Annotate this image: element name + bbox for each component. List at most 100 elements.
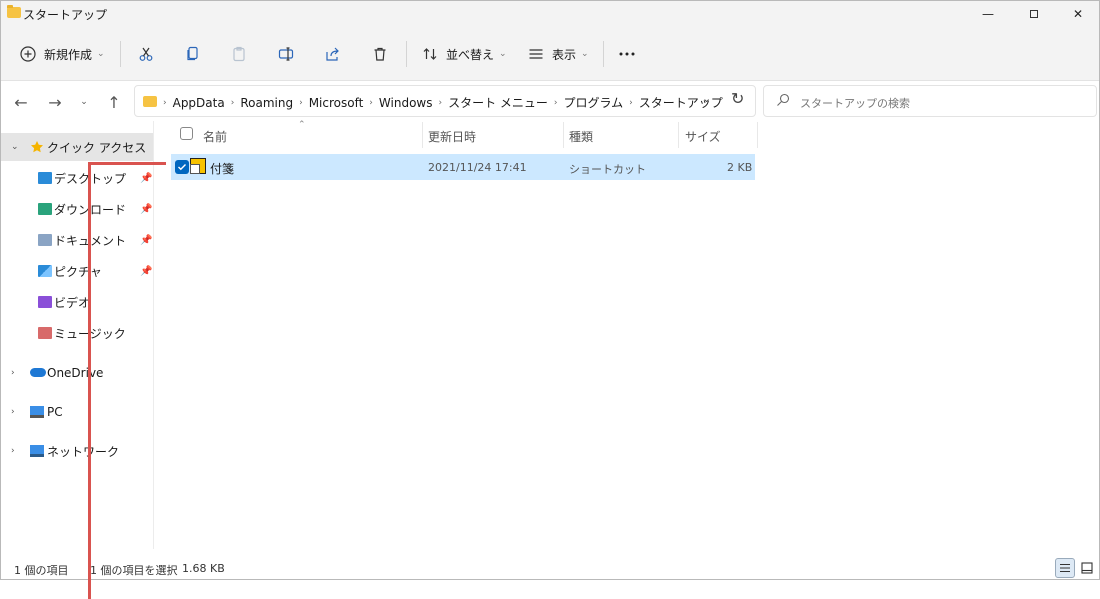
- nav-item-music[interactable]: ミュージック: [1, 319, 153, 347]
- column-divider[interactable]: [422, 122, 423, 148]
- navigation-pane: ⌄ クイック アクセス デスクトップ 📌 ダウンロード 📌 ドキュメント 📌 ピ…: [1, 121, 154, 549]
- divider: [406, 41, 407, 67]
- details-view-button[interactable]: [1055, 558, 1075, 578]
- nav-item-pictures[interactable]: ピクチャ 📌: [1, 257, 153, 285]
- delete-button[interactable]: [371, 40, 389, 68]
- column-header-date[interactable]: 更新日時: [428, 128, 476, 154]
- close-button[interactable]: ✕: [1055, 1, 1100, 27]
- status-selected: 1 個の項目を選択: [90, 564, 178, 577]
- divider: [603, 41, 604, 67]
- column-divider[interactable]: [563, 122, 564, 148]
- tiles-view-icon: [1081, 562, 1093, 574]
- video-icon: [38, 296, 52, 308]
- list-view-icon: [527, 45, 545, 63]
- rename-button[interactable]: [277, 40, 295, 68]
- maximize-button[interactable]: [1011, 1, 1057, 27]
- nav-item-videos[interactable]: ビデオ: [1, 288, 153, 316]
- chevron-right-icon: ›: [369, 97, 373, 108]
- sort-button[interactable]: 並べ替え ⌄: [421, 40, 507, 68]
- nav-item-network[interactable]: › ネットワーク: [1, 437, 153, 465]
- breadcrumb-item[interactable]: プログラム: [564, 94, 624, 111]
- forward-button[interactable]: →: [44, 91, 66, 113]
- cut-button[interactable]: [137, 40, 155, 68]
- sort-label: 並べ替え: [446, 47, 495, 62]
- copy-icon: [184, 45, 202, 63]
- title-bar: スタートアップ — ✕: [1, 1, 1099, 27]
- address-bar[interactable]: › AppData › Roaming › Microsoft › Window…: [134, 85, 756, 117]
- file-name: 付箋: [210, 162, 235, 176]
- rename-icon: [277, 45, 295, 63]
- sticky-notes-shortcut-icon: [190, 158, 206, 174]
- nav-label: OneDrive: [47, 366, 104, 380]
- status-bar: 1 個の項目 1 個の項目を選択 1.68 KB: [1, 557, 1099, 581]
- nav-item-desktop[interactable]: デスクトップ 📌: [1, 164, 153, 192]
- scissors-icon: [137, 45, 155, 63]
- nav-item-downloads[interactable]: ダウンロード 📌: [1, 195, 153, 223]
- recent-locations-button[interactable]: ⌄: [73, 91, 95, 113]
- column-divider[interactable]: [678, 122, 679, 148]
- up-button[interactable]: ↑: [103, 91, 125, 113]
- nav-label: ネットワーク: [47, 444, 120, 459]
- breadcrumb-item[interactable]: Roaming: [240, 96, 293, 110]
- nav-item-pc[interactable]: › PC: [1, 398, 153, 426]
- column-header-name[interactable]: 名前: [203, 128, 227, 154]
- chevron-down-icon: ⌄: [499, 49, 507, 59]
- file-date: 2021/11/24 17:41: [428, 161, 527, 174]
- chevron-down-icon: ⌄: [581, 49, 589, 59]
- chevron-right-icon: ›: [11, 446, 15, 456]
- nav-item-documents[interactable]: ドキュメント 📌: [1, 226, 153, 254]
- folder-icon: [7, 5, 21, 18]
- sort-up-icon: ⌃: [298, 120, 306, 130]
- back-button[interactable]: ←: [10, 91, 32, 113]
- music-icon: [38, 327, 52, 339]
- pin-icon[interactable]: 📌: [140, 235, 152, 246]
- breadcrumb-item[interactable]: スタート メニュー: [448, 94, 548, 111]
- file-size: 2 KB: [727, 161, 753, 174]
- sort-arrows-icon: [421, 45, 439, 63]
- tiles-view-button[interactable]: [1077, 558, 1097, 578]
- maximize-icon: [1030, 10, 1038, 18]
- chevron-right-icon: ›: [11, 407, 15, 417]
- chevron-down-icon: ⌄: [80, 97, 88, 107]
- nav-item-onedrive[interactable]: › OneDrive: [1, 359, 153, 387]
- breadcrumb-item[interactable]: Windows: [379, 96, 433, 110]
- share-button[interactable]: [324, 40, 342, 68]
- chevron-right-icon: ›: [230, 97, 235, 108]
- checkmark-icon: [178, 164, 187, 171]
- pin-icon[interactable]: 📌: [140, 173, 152, 184]
- refresh-icon: ↻: [731, 89, 745, 108]
- chevron-down-icon: ⌄: [97, 49, 105, 59]
- pin-icon[interactable]: 📌: [140, 266, 152, 277]
- arrow-up-icon: ↑: [107, 92, 121, 112]
- new-button[interactable]: 新規作成 ⌄: [19, 40, 105, 68]
- select-all-checkbox[interactable]: [180, 127, 193, 140]
- breadcrumb-item[interactable]: Microsoft: [309, 96, 364, 110]
- more-options-button[interactable]: [618, 40, 636, 68]
- annotation-line: [88, 162, 91, 599]
- paste-button[interactable]: [230, 40, 248, 68]
- search-input[interactable]: スタートアップの検索: [763, 85, 1097, 117]
- breadcrumb-item[interactable]: AppData: [173, 96, 225, 110]
- file-row[interactable]: 付箋 2021/11/24 17:41 ショートカット 2 KB: [171, 154, 755, 180]
- row-checkbox[interactable]: [175, 160, 189, 174]
- minimize-button[interactable]: —: [965, 1, 1011, 27]
- more-dots-icon: [618, 45, 636, 63]
- nav-label: PC: [47, 405, 63, 419]
- column-header-size[interactable]: サイズ: [685, 128, 721, 154]
- column-divider[interactable]: [757, 122, 758, 148]
- document-icon: [38, 234, 52, 246]
- window-title: スタートアップ: [23, 8, 108, 22]
- refresh-button[interactable]: ↻: [731, 89, 744, 108]
- nav-item-quick-access[interactable]: ⌄ クイック アクセス: [1, 133, 153, 161]
- pin-icon[interactable]: 📌: [140, 204, 152, 215]
- address-history-button[interactable]: ⌄: [702, 92, 711, 105]
- column-header-type[interactable]: 種類: [569, 128, 593, 154]
- view-button[interactable]: 表示 ⌄: [527, 40, 589, 68]
- chevron-right-icon: ›: [299, 97, 303, 108]
- search-icon: [776, 93, 790, 110]
- copy-button[interactable]: [184, 40, 202, 68]
- share-icon: [324, 45, 342, 63]
- download-icon: [38, 203, 52, 215]
- command-bar: 新規作成 ⌄ 並べ替え ⌄ 表示 ⌄: [1, 27, 1099, 81]
- chevron-right-icon: ›: [163, 97, 167, 108]
